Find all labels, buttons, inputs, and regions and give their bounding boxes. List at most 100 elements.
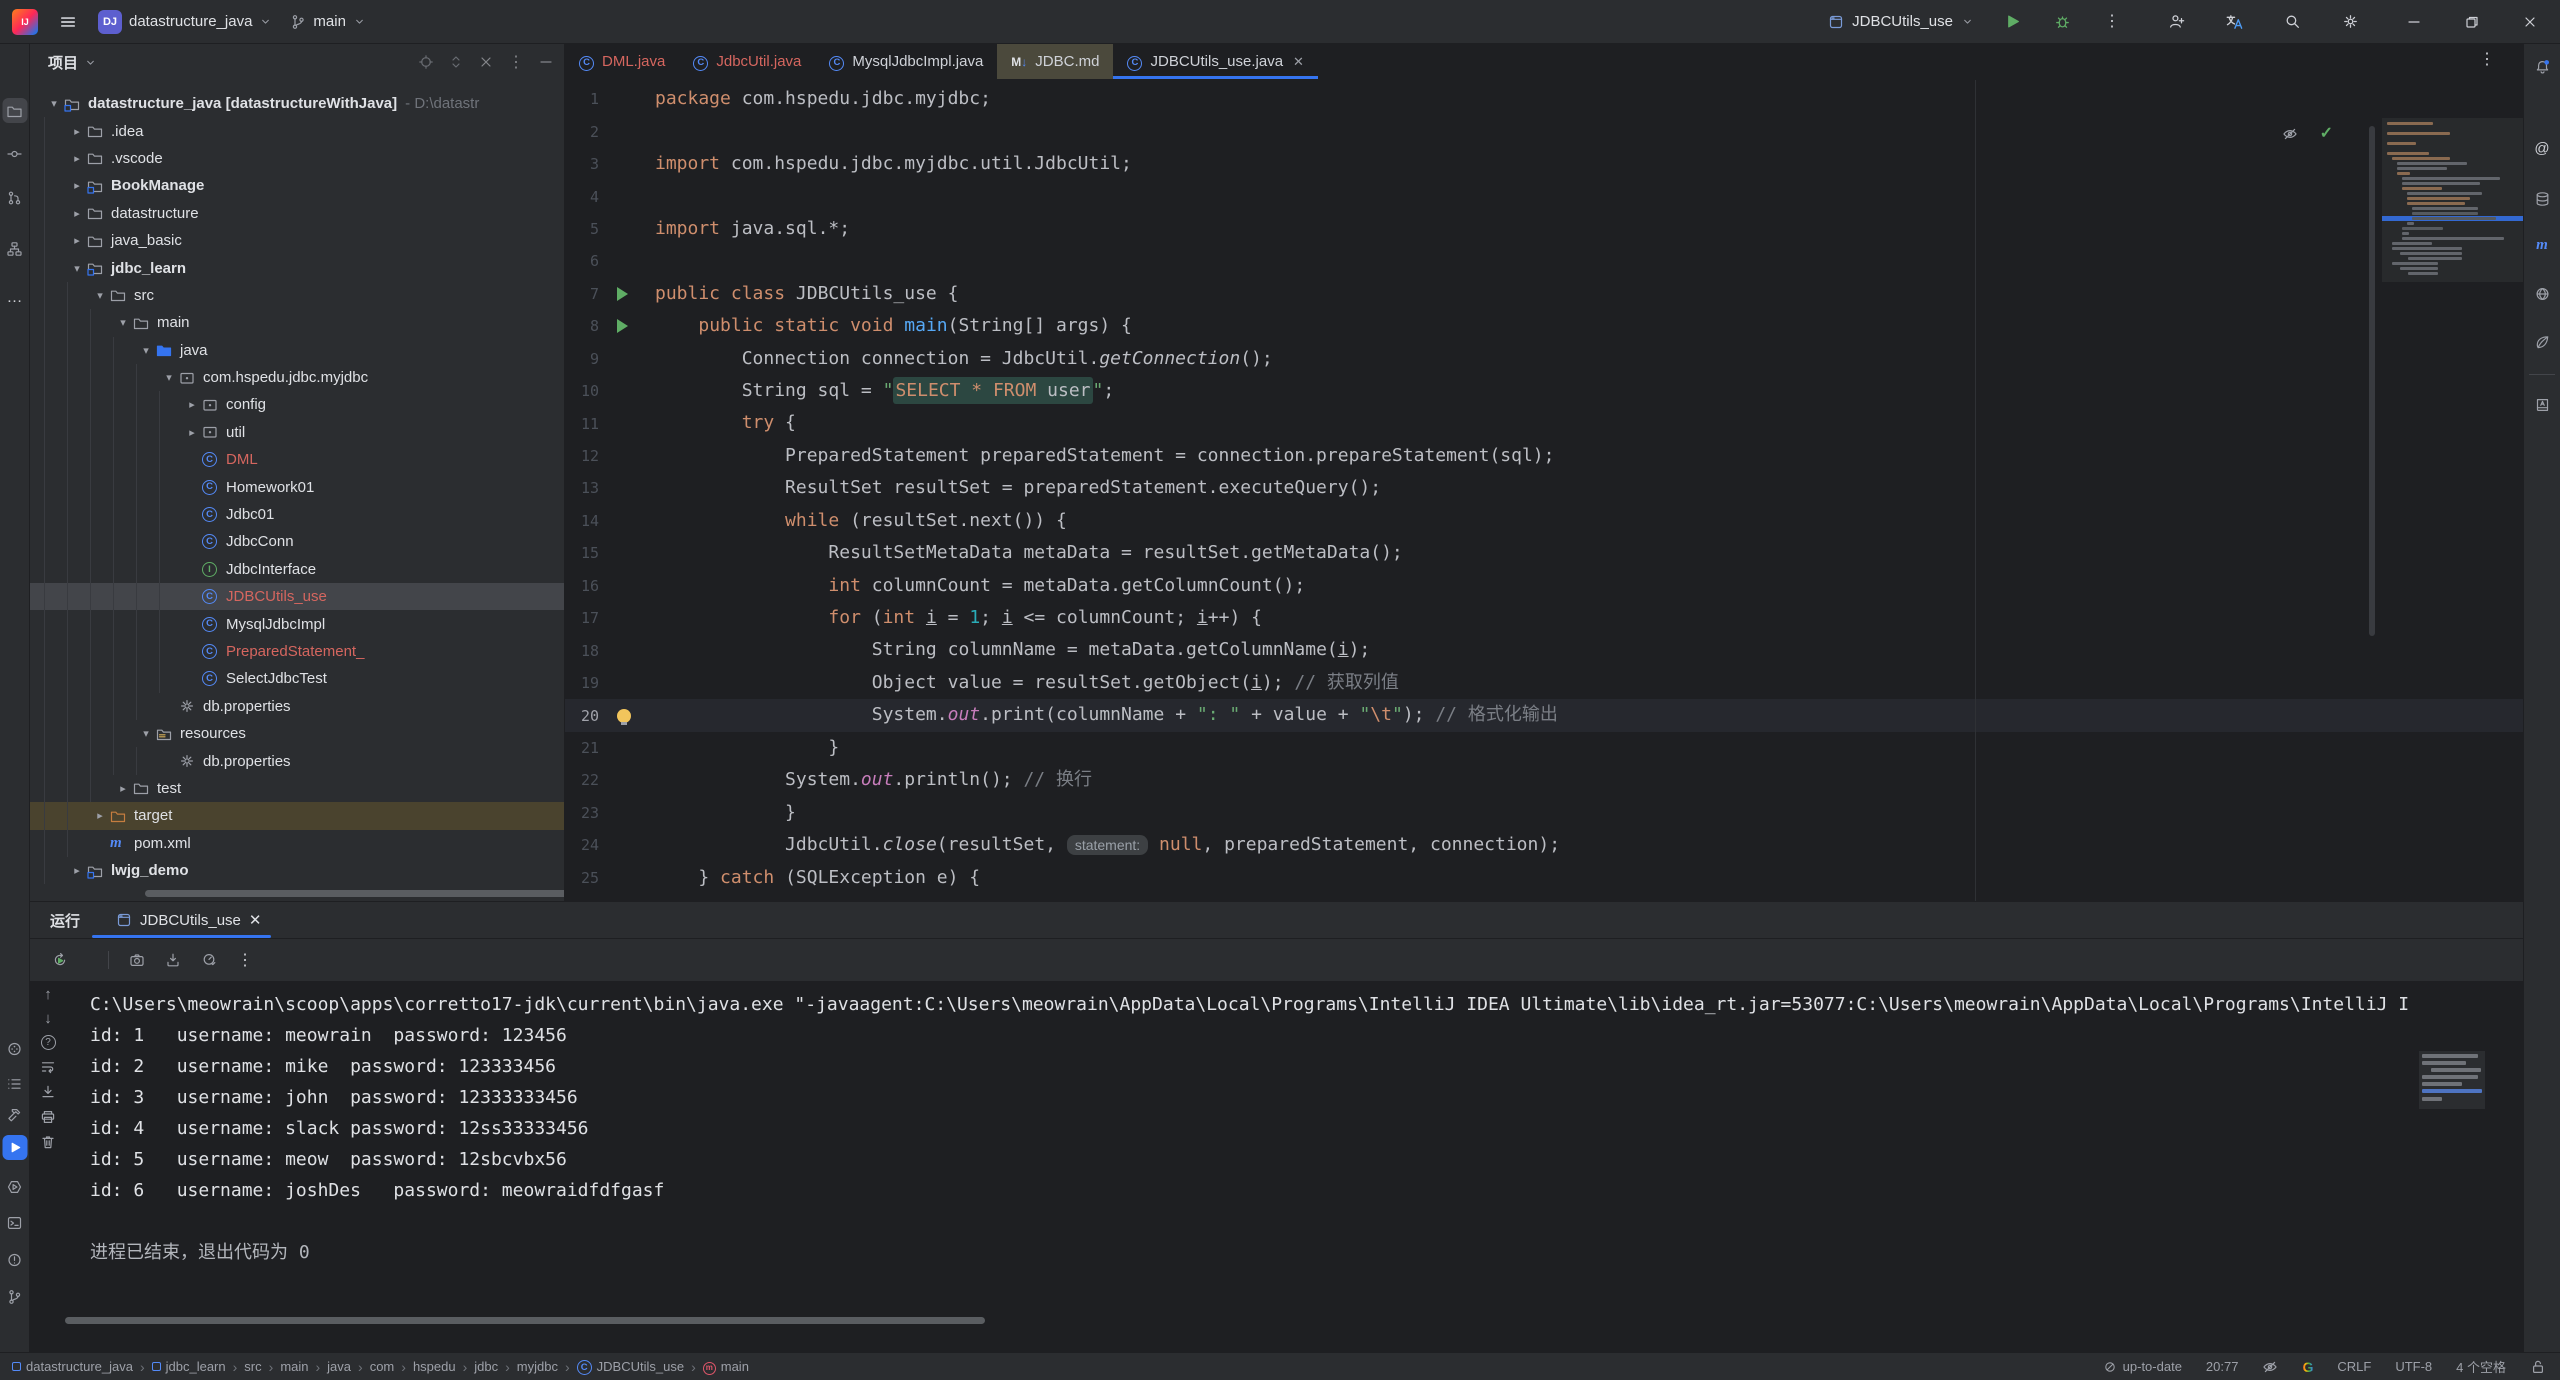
readonly-lock-icon[interactable]: [2530, 1359, 2546, 1375]
version-control-toolwindow-button[interactable]: [2, 1284, 27, 1309]
tree-row-.idea[interactable]: ▸.idea: [30, 117, 564, 144]
line-separator-widget[interactable]: CRLF: [2337, 1359, 2371, 1374]
tree-row-config[interactable]: ▸config: [30, 391, 564, 418]
chevron-closed-icon[interactable]: ▸: [67, 152, 87, 165]
editor-line-18[interactable]: 18 String columnName = metaData.getColum…: [565, 634, 2523, 666]
tree-row-JDBCUtils_use[interactable]: CJDBCUtils_use: [30, 583, 564, 610]
settings-button[interactable]: [2338, 10, 2362, 34]
database-toolwindow-button[interactable]: [2530, 186, 2555, 211]
editor-line-14[interactable]: 14 while (resultSet.next()) {: [565, 505, 2523, 537]
editor-line-11[interactable]: 11 try {: [565, 407, 2523, 439]
editor-line-12[interactable]: 12 PreparedStatement preparedStatement =…: [565, 440, 2523, 472]
breadcrumb-item-main[interactable]: main: [280, 1359, 308, 1374]
chevron-closed-icon[interactable]: ▸: [67, 179, 87, 192]
vcs-status-widget[interactable]: up-to-date: [2103, 1359, 2182, 1374]
google-translate-icon[interactable]: G: [2302, 1359, 2313, 1375]
editor[interactable]: ✓ 1package com.hspedu.jdbc.myjdbc;23impo…: [565, 80, 2523, 901]
soft-wrap-button[interactable]: [40, 1059, 56, 1075]
breadcrumb-item-myjdbc[interactable]: myjdbc: [517, 1359, 558, 1374]
indent-widget[interactable]: 4 个空格: [2456, 1357, 2506, 1376]
spring-toolwindow-button[interactable]: [2530, 329, 2555, 354]
inspections-off-icon[interactable]: [2282, 126, 2298, 142]
minimize-button[interactable]: [2402, 10, 2426, 34]
build-toolwindow-button[interactable]: [2, 1102, 27, 1127]
close-tab-button[interactable]: ✕: [1293, 54, 1304, 70]
caret-position-widget[interactable]: 20:77: [2206, 1359, 2239, 1374]
chevron-closed-icon[interactable]: ▸: [182, 398, 202, 411]
main-menu-button[interactable]: [56, 10, 80, 34]
structure-toolwindow-button[interactable]: [2, 236, 27, 261]
highlighting-level-widget[interactable]: [2262, 1359, 2278, 1375]
editor-line-19[interactable]: 19 Object value = resultSet.getObject(i)…: [565, 667, 2523, 699]
help-button[interactable]: ?: [41, 1035, 56, 1050]
tree-horizontal-scrollbar[interactable]: [145, 890, 565, 897]
tree-row-lwjg_demo[interactable]: ▸lwjg_demo: [30, 857, 564, 884]
commit-toolwindow-button[interactable]: [2, 141, 27, 166]
tree-row-main[interactable]: ▾main: [30, 309, 564, 336]
tree-row-Homework01[interactable]: CHomework01: [30, 473, 564, 500]
encoding-widget[interactable]: UTF-8: [2395, 1359, 2432, 1374]
chevron-open-icon[interactable]: ▾: [67, 262, 87, 275]
chevron-open-icon[interactable]: ▾: [136, 344, 156, 357]
run-line-icon[interactable]: [617, 319, 628, 333]
console-horizontal-scrollbar[interactable]: [65, 1317, 985, 1324]
breadcrumb-item-jdbc[interactable]: jdbc: [474, 1359, 498, 1374]
translate-button[interactable]: [2222, 10, 2246, 34]
tree-row-PreparedStatement_[interactable]: CPreparedStatement_: [30, 638, 564, 665]
run-configuration-widget[interactable]: JDBCUtils_use: [1828, 13, 1974, 30]
breadcrumb-item-java[interactable]: java: [327, 1359, 351, 1374]
editor-line-5[interactable]: 5import java.sql.*;: [565, 213, 2523, 245]
chevron-closed-icon[interactable]: ▸: [67, 234, 87, 247]
project-panel-title[interactable]: 项目: [48, 52, 97, 73]
editor-line-1[interactable]: 1package com.hspedu.jdbc.myjdbc;: [565, 83, 2523, 115]
locate-file-button[interactable]: [418, 54, 434, 70]
tree-row-src[interactable]: ▾src: [30, 282, 564, 309]
chevron-open-icon[interactable]: ▾: [90, 289, 110, 302]
tree-row-SelectJdbcTest[interactable]: CSelectJdbcTest: [30, 665, 564, 692]
project-toolwindow-button[interactable]: [2, 98, 27, 123]
up-stacktrace-button[interactable]: ↑: [44, 987, 52, 1002]
chevron-closed-icon[interactable]: ▸: [67, 864, 87, 877]
problems-toolwindow-button[interactable]: [2, 1247, 27, 1272]
collapse-all-button[interactable]: [478, 54, 494, 70]
chevron-closed-icon[interactable]: ▸: [67, 125, 87, 138]
services-toolwindow-button[interactable]: [2, 1174, 27, 1199]
more-actions-button[interactable]: ⋮: [2100, 10, 2124, 34]
tree-row-java[interactable]: ▾java: [30, 337, 564, 364]
debug-button[interactable]: [2050, 10, 2074, 34]
editor-line-24[interactable]: 24 JdbcUtil.close(resultSet, statement: …: [565, 829, 2523, 861]
console[interactable]: ↑ ↓ ? C:\Users\meowrain\scoop\apps\corre…: [30, 981, 2523, 1352]
terminal-toolwindow-button[interactable]: [2, 1210, 27, 1235]
editor-line-3[interactable]: 3import com.hspedu.jdbc.myjdbc.util.Jdbc…: [565, 148, 2523, 180]
breadcrumb-item-main[interactable]: mmain: [703, 1358, 749, 1375]
tree-row-pom.xml[interactable]: mpom.xml: [30, 830, 564, 857]
tree-row-JdbcConn[interactable]: CJdbcConn: [30, 528, 564, 555]
chevron-closed-icon[interactable]: ▸: [113, 782, 133, 795]
editor-line-21[interactable]: 21 }: [565, 732, 2523, 764]
editor-line-2[interactable]: 2: [565, 115, 2523, 147]
intention-bulb-icon[interactable]: [617, 709, 631, 723]
tree-row-Jdbc01[interactable]: CJdbc01: [30, 501, 564, 528]
close-run-tab-button[interactable]: ✕: [249, 911, 262, 929]
editor-line-16[interactable]: 16 int columnCount = metaData.getColumnC…: [565, 570, 2523, 602]
panel-options-button[interactable]: ⋮: [508, 54, 524, 71]
tree-row-DML[interactable]: CDML: [30, 446, 564, 473]
tree-row-.vscode[interactable]: ▸.vscode: [30, 145, 564, 172]
editor-line-6[interactable]: 6: [565, 245, 2523, 277]
todo-toolwindow-button[interactable]: [2, 1071, 27, 1096]
down-stacktrace-button[interactable]: ↓: [44, 1011, 52, 1026]
tree-row-com.hspedu.jdbc.myjdbc[interactable]: ▾com.hspedu.jdbc.myjdbc: [30, 364, 564, 391]
endpoints-toolwindow-button[interactable]: [2530, 281, 2555, 306]
close-button[interactable]: [2518, 10, 2542, 34]
console-minimap[interactable]: [2419, 1051, 2485, 1109]
tree-row-datastructure[interactable]: ▸datastructure: [30, 200, 564, 227]
editor-tab-JDBC.md[interactable]: M↓JDBC.md: [997, 44, 1113, 79]
search-everywhere-button[interactable]: [2280, 10, 2304, 34]
editor-line-8[interactable]: 8 public static void main(String[] args)…: [565, 310, 2523, 342]
tree-row-util[interactable]: ▸util: [30, 419, 564, 446]
import-test-results-button[interactable]: [165, 952, 181, 968]
ai-assistant-button[interactable]: @: [2530, 136, 2555, 161]
editor-line-17[interactable]: 17 for (int i = 1; i <= columnCount; i++…: [565, 602, 2523, 634]
screenshot-button[interactable]: [129, 952, 145, 968]
hide-panel-button[interactable]: [538, 54, 554, 70]
